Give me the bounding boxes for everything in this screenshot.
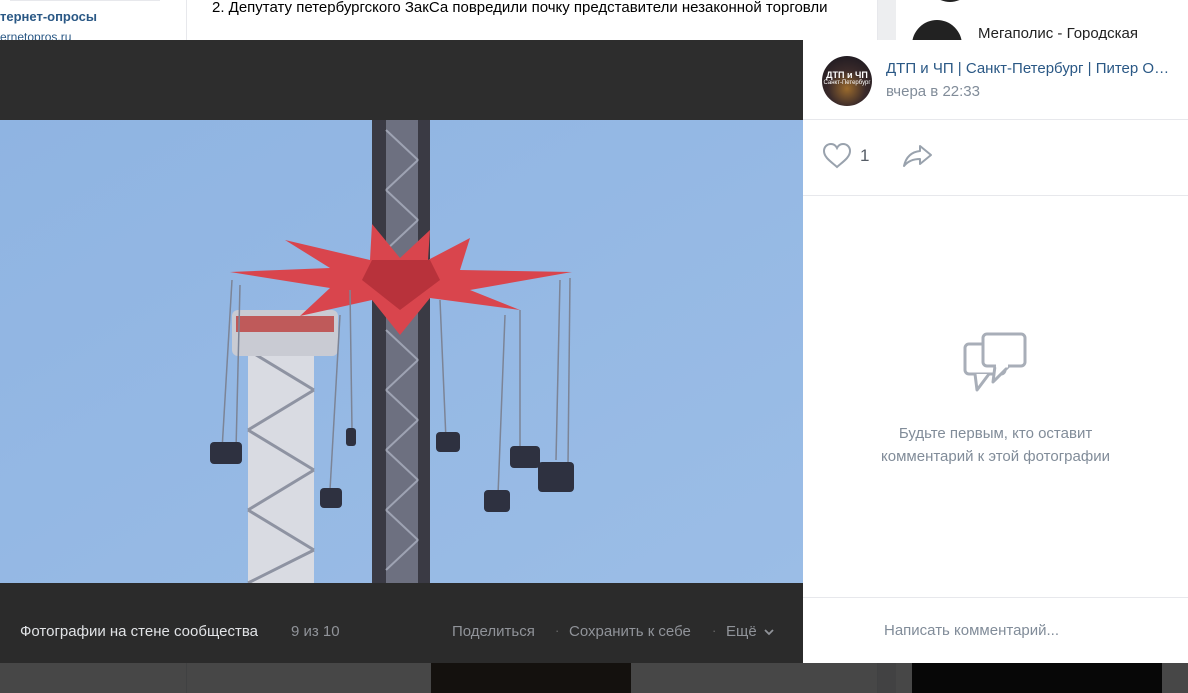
separator-dot: · (712, 623, 717, 638)
internet-polls-link[interactable]: тернет-опросы (0, 9, 97, 24)
comments-icon (963, 332, 1027, 392)
empty-comments-text: Будьте первым, кто оставит комментарий к… (803, 422, 1188, 468)
more-button[interactable]: Ещё (726, 623, 757, 640)
avatar-logo-subtext: Санкт-Петербург (823, 80, 871, 86)
avatar-logo-text: ДТП и ЧП (826, 70, 868, 80)
post-header: ДТП и ЧП Санкт-Петербург ДТП и ЧП | Санк… (803, 40, 1188, 120)
news-item[interactable]: 2. Депутату петербургского ЗакСа повреди… (212, 0, 852, 19)
separator-dot: · (555, 623, 560, 638)
comment-input[interactable]: Написать комментарий... (884, 622, 1059, 639)
photo[interactable] (0, 120, 803, 583)
save-to-self-button[interactable]: Сохранить к себе (569, 623, 691, 640)
amusement-ride-photo (0, 120, 803, 583)
photo-viewer: Фотографии на стене сообщества 9 из 10 П… (0, 40, 803, 663)
photo-viewer-footer: Фотографии на стене сообщества 9 из 10 П… (0, 583, 803, 663)
photo-counter: 9 из 10 (291, 623, 340, 640)
photo-side-panel: ДТП и ЧП Санкт-Петербург ДТП и ЧП | Санк… (803, 40, 1188, 663)
avatar[interactable] (926, 0, 974, 2)
share-button[interactable]: Поделиться (452, 623, 535, 640)
group-avatar[interactable]: ДТП и ЧП Санкт-Петербург (822, 56, 872, 106)
share-arrow-icon[interactable] (902, 142, 934, 170)
likes-count[interactable]: 1 (860, 146, 869, 166)
like-heart-icon[interactable] (822, 142, 852, 170)
empty-comments-line: комментарий к этой фотографии (881, 448, 1110, 465)
post-time[interactable]: вчера в 22:33 (886, 83, 980, 100)
empty-comments-line: Будьте первым, кто оставит (898, 425, 1093, 442)
divider (10, 0, 160, 1)
album-title[interactable]: Фотографии на стене сообщества (20, 623, 258, 640)
chevron-down-icon[interactable] (763, 628, 775, 636)
comment-box[interactable]: Написать комментарий... (803, 597, 1188, 664)
group-name-link[interactable]: ДТП и ЧП | Санкт-Петербург | Питер Онлай… (886, 60, 1176, 77)
photo-actions: 1 (803, 120, 1188, 196)
